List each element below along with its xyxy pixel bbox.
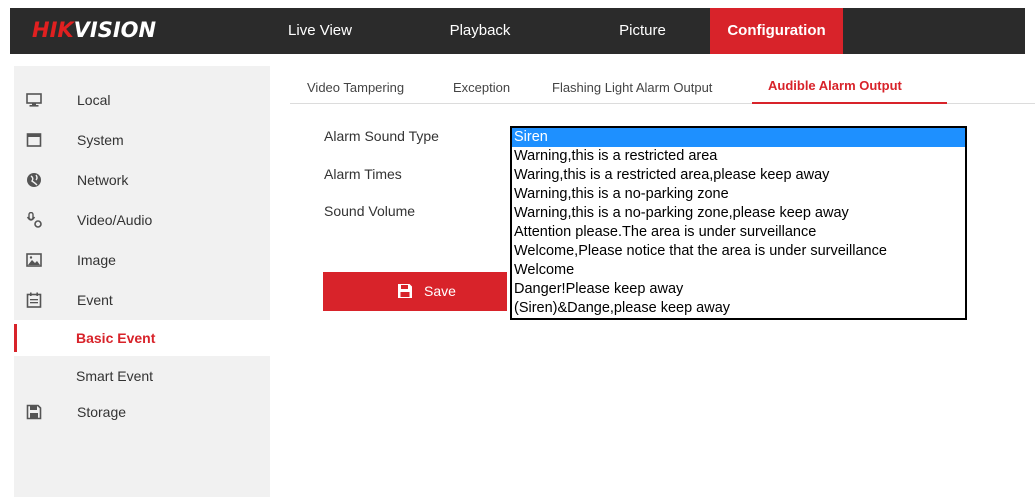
mic-camera-icon	[26, 212, 42, 228]
dropdown-option[interactable]: Attention please.The area is under surve…	[512, 223, 965, 242]
sidebar-subitem-label: Basic Event	[76, 330, 156, 346]
sidebar-item-basic-event[interactable]: Basic Event	[14, 320, 270, 356]
sidebar-item-local[interactable]: Local	[14, 84, 270, 116]
sidebar: Local System Network Video/Audio Image E…	[14, 66, 270, 497]
sidebar-item-smart-event[interactable]: Smart Event	[14, 358, 270, 394]
monitor-icon	[26, 93, 42, 107]
top-bar: HIKVISION Live View Playback Picture Con…	[10, 8, 1025, 54]
config-tabs: Video Tampering Exception Flashing Light…	[290, 72, 1035, 104]
sidebar-item-storage[interactable]: Storage	[14, 396, 270, 428]
active-tab-underline	[752, 102, 947, 104]
sidebar-item-label: System	[77, 132, 124, 148]
sidebar-subitem-label: Smart Event	[76, 368, 154, 384]
sidebar-item-label: Local	[77, 92, 111, 108]
sidebar-item-image[interactable]: Image	[14, 244, 270, 276]
alarm-sound-type-dropdown[interactable]: Siren Warning,this is a restricted area …	[510, 126, 967, 320]
active-indicator	[14, 324, 17, 352]
nav-playback[interactable]: Playback	[435, 8, 525, 54]
dropdown-option[interactable]: Siren	[512, 128, 965, 147]
sidebar-item-label: Storage	[77, 404, 127, 420]
dropdown-option[interactable]: Warning,this is a no-parking zone	[512, 185, 965, 204]
sidebar-item-label: Image	[77, 252, 116, 268]
save-button[interactable]: Save	[323, 272, 507, 311]
dropdown-option[interactable]: Welcome	[512, 261, 965, 280]
logo-part-vision: VISION	[73, 18, 157, 42]
dropdown-option[interactable]: Waring,this is a restricted area,please …	[512, 166, 965, 185]
logo-part-hik: HIK	[32, 18, 74, 42]
sidebar-item-label: Event	[77, 292, 113, 308]
sound-volume-label: Sound Volume	[324, 203, 416, 219]
picture-icon	[26, 253, 42, 267]
nav-configuration[interactable]: Configuration	[710, 8, 843, 54]
alarm-times-label: Alarm Times	[324, 166, 402, 182]
globe-icon	[27, 173, 41, 187]
sidebar-item-label: Network	[77, 172, 129, 188]
nav-picture[interactable]: Picture	[595, 8, 690, 54]
sidebar-item-label: Video/Audio	[77, 212, 153, 228]
window-icon	[26, 133, 42, 147]
sidebar-item-video-audio[interactable]: Video/Audio	[14, 204, 270, 236]
dropdown-option[interactable]: Danger!Please keep away	[512, 280, 965, 299]
dropdown-option[interactable]: (Siren)&Dange,please keep away	[512, 299, 965, 318]
calendar-icon	[26, 292, 42, 308]
nav-live-view[interactable]: Live View	[280, 8, 360, 54]
sidebar-item-event[interactable]: Event	[14, 284, 270, 316]
tab-video-tampering[interactable]: Video Tampering	[307, 80, 404, 95]
save-icon	[398, 284, 412, 298]
sidebar-item-system[interactable]: System	[14, 124, 270, 156]
dropdown-option[interactable]: Warning,this is a restricted area	[512, 147, 965, 166]
floppy-icon	[26, 404, 42, 420]
tab-flashing-light-alarm-output[interactable]: Flashing Light Alarm Output	[552, 80, 712, 95]
sidebar-item-network[interactable]: Network	[14, 164, 270, 196]
save-button-label: Save	[424, 283, 456, 299]
dropdown-option[interactable]: Welcome,Please notice that the area is u…	[512, 242, 965, 261]
alarm-sound-type-label: Alarm Sound Type	[324, 128, 439, 144]
tab-audible-alarm-output[interactable]: Audible Alarm Output	[768, 78, 902, 93]
hikvision-logo: HIKVISION	[32, 18, 156, 42]
tab-exception[interactable]: Exception	[453, 80, 510, 95]
dropdown-option[interactable]: Warning,this is a no-parking zone,please…	[512, 204, 965, 223]
